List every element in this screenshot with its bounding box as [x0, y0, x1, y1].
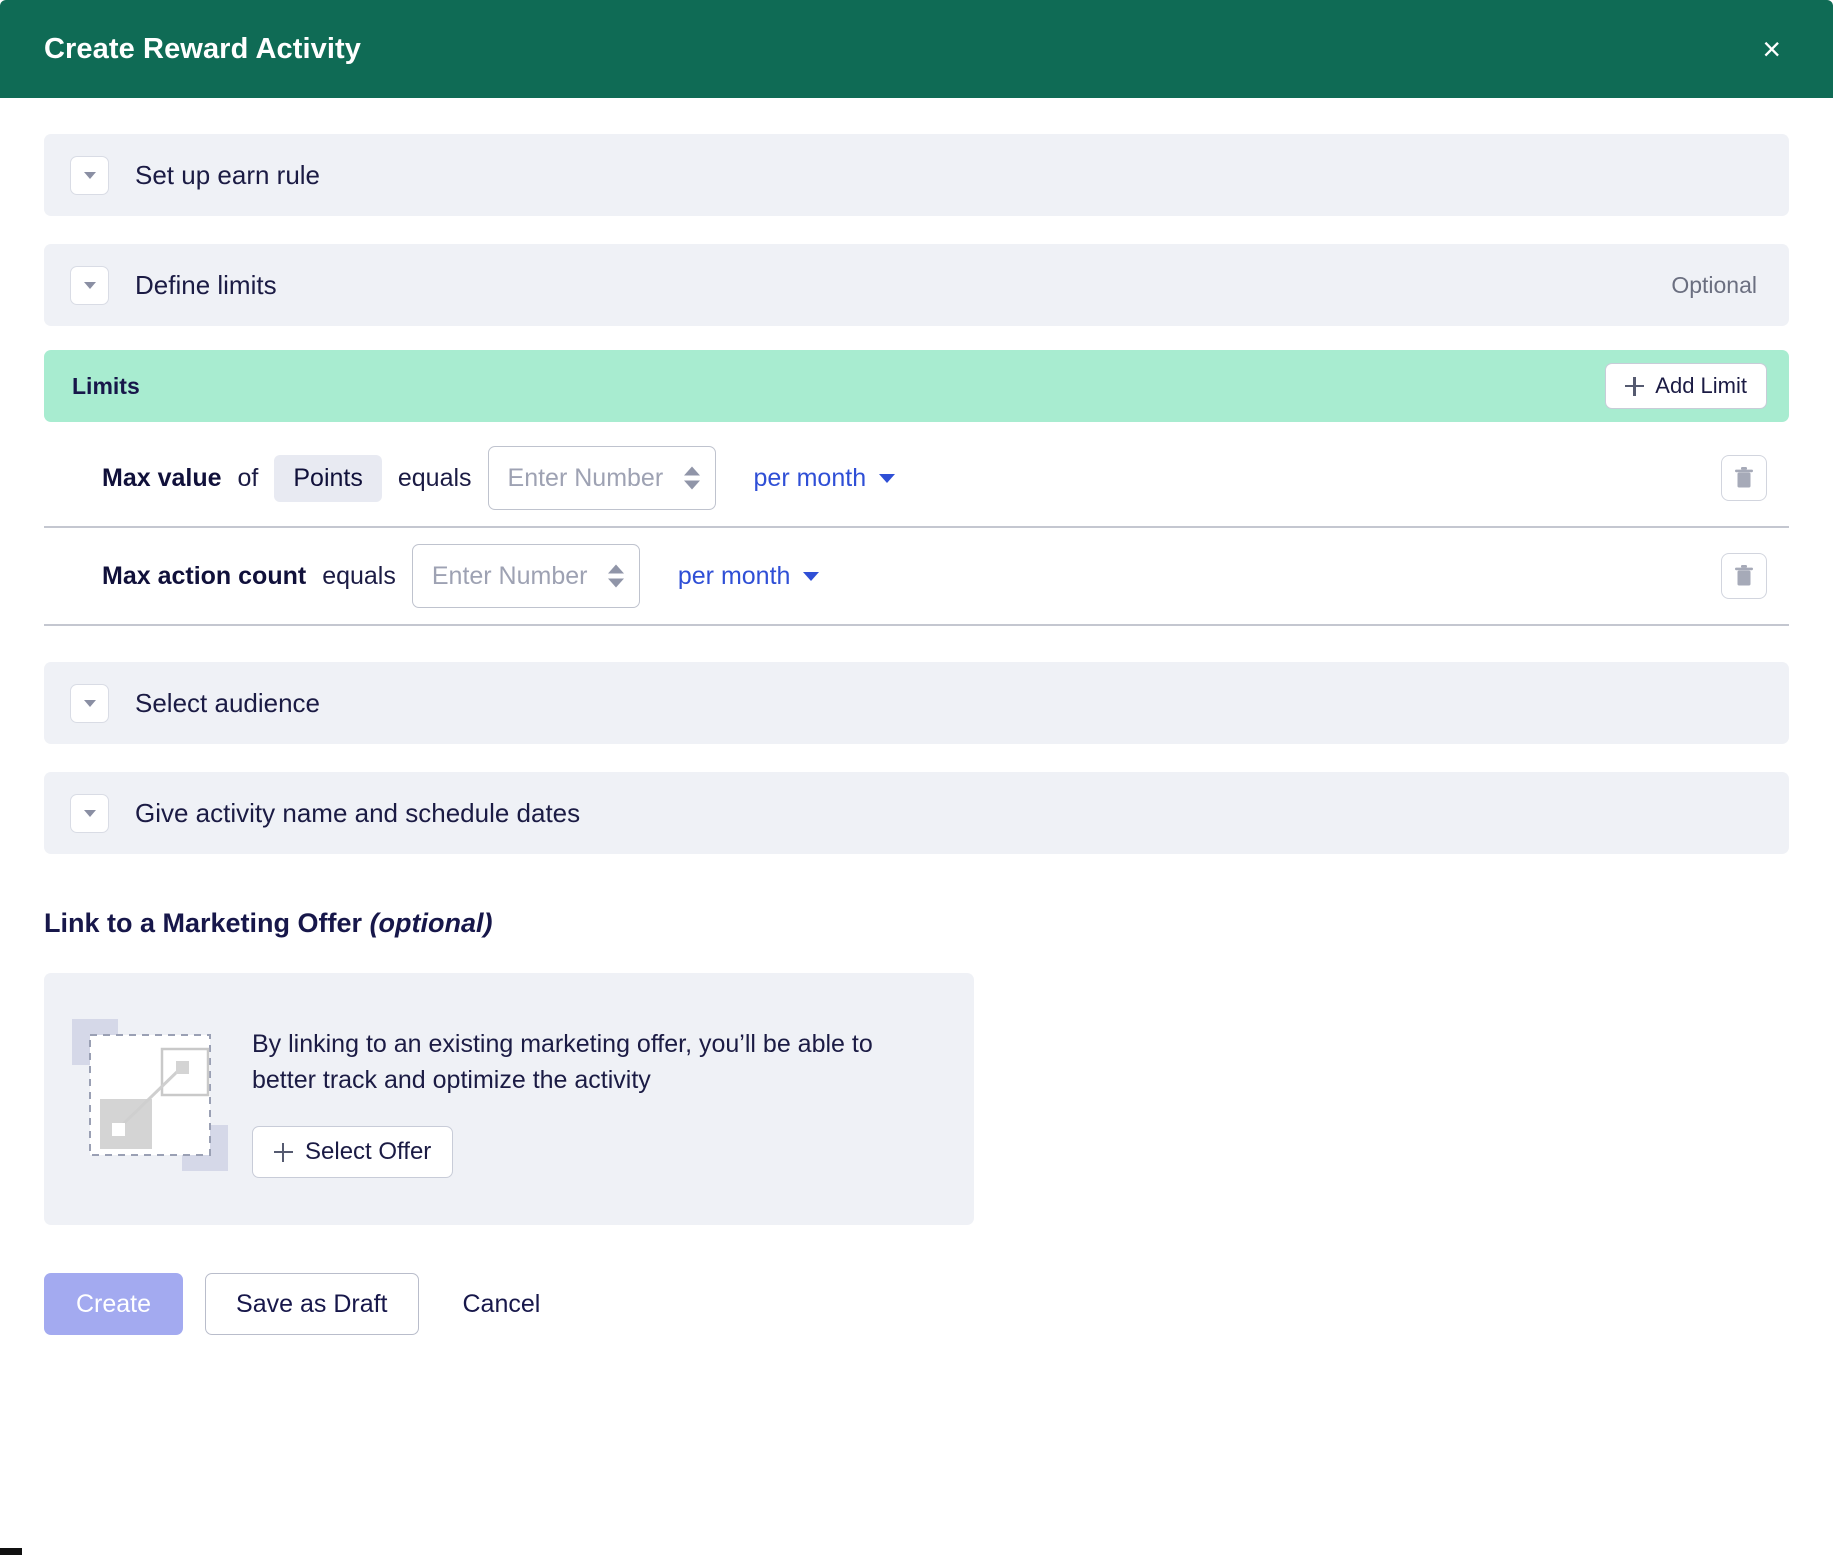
- add-limit-button[interactable]: Add Limit: [1605, 363, 1767, 409]
- trash-icon: [1733, 564, 1755, 588]
- number-stepper[interactable]: [608, 565, 624, 588]
- offer-description: By linking to an existing marketing offe…: [252, 1013, 938, 1098]
- select-offer-button[interactable]: Select Offer: [252, 1126, 453, 1178]
- limit-period-label: per month: [678, 562, 791, 591]
- accordion-label: Set up earn rule: [135, 160, 1757, 191]
- save-as-draft-button[interactable]: Save as Draft: [205, 1273, 418, 1335]
- accordion-define-limits[interactable]: Define limits Optional: [44, 244, 1789, 326]
- cancel-button[interactable]: Cancel: [441, 1290, 563, 1319]
- limit-value-input-wrapper: [488, 446, 716, 510]
- limit-operator: equals: [398, 464, 472, 493]
- limits-header-bar: Limits Add Limit: [44, 350, 1789, 422]
- modal-body: Set up earn rule Define limits Optional …: [0, 98, 1833, 1375]
- accordion-select-audience[interactable]: Select audience: [44, 662, 1789, 744]
- limit-type-label: Max action count: [102, 562, 306, 591]
- chevron-down-icon: [803, 572, 819, 581]
- accordion-label: Define limits: [135, 270, 1671, 301]
- chevron-down-icon: [879, 474, 895, 483]
- plus-icon: [1625, 377, 1644, 396]
- chevron-down-icon[interactable]: [70, 794, 109, 833]
- limit-operator: equals: [322, 562, 396, 591]
- limit-row: Max value of Points equals per month: [44, 430, 1789, 528]
- corner-mark: [0, 1548, 22, 1555]
- marketing-offer-card: By linking to an existing marketing offe…: [44, 973, 974, 1225]
- limit-value-input[interactable]: [506, 463, 669, 494]
- limit-row: Max action count equals per month: [44, 528, 1789, 626]
- trash-icon: [1733, 466, 1755, 490]
- marketing-offer-heading-main: Link to a Marketing Offer: [44, 908, 362, 938]
- create-reward-activity-modal: Create Reward Activity × Set up earn rul…: [0, 0, 1833, 1555]
- limit-rows: Max value of Points equals per month: [44, 430, 1789, 626]
- accordion-give-activity-name[interactable]: Give activity name and schedule dates: [44, 772, 1789, 854]
- delete-limit-button[interactable]: [1721, 553, 1767, 599]
- accordion-label: Select audience: [135, 688, 1757, 719]
- limit-connector: of: [238, 464, 259, 493]
- create-button[interactable]: Create: [44, 1273, 183, 1335]
- offer-card-content: By linking to an existing marketing offe…: [252, 1013, 938, 1178]
- link-offer-illustration-icon: [70, 1013, 230, 1181]
- limit-period-label: per month: [754, 464, 867, 493]
- limits-title: Limits: [72, 373, 140, 400]
- add-limit-label: Add Limit: [1655, 373, 1747, 399]
- limit-type-label: Max value: [102, 464, 222, 493]
- limit-value-input-wrapper: [412, 544, 640, 608]
- limit-unit-pill[interactable]: Points: [274, 455, 381, 502]
- optional-badge: Optional: [1671, 272, 1757, 299]
- accordion-set-up-earn-rule[interactable]: Set up earn rule: [44, 134, 1789, 216]
- limit-period-select[interactable]: per month: [678, 562, 820, 591]
- marketing-offer-heading: Link to a Marketing Offer (optional): [44, 908, 1789, 939]
- plus-icon: [274, 1143, 293, 1162]
- number-stepper[interactable]: [684, 467, 700, 490]
- limit-value-input[interactable]: [430, 561, 593, 592]
- accordion-label: Give activity name and schedule dates: [135, 798, 1757, 829]
- page-title: Create Reward Activity: [44, 33, 361, 66]
- chevron-down-icon[interactable]: [70, 266, 109, 305]
- delete-limit-button[interactable]: [1721, 455, 1767, 501]
- modal-footer: Create Save as Draft Cancel: [44, 1273, 1789, 1375]
- modal-header: Create Reward Activity ×: [0, 0, 1833, 98]
- chevron-down-icon[interactable]: [70, 684, 109, 723]
- marketing-offer-heading-optional: (optional): [370, 908, 493, 938]
- select-offer-label: Select Offer: [305, 1138, 431, 1166]
- close-icon[interactable]: ×: [1754, 29, 1789, 69]
- limit-period-select[interactable]: per month: [754, 464, 896, 493]
- chevron-down-icon[interactable]: [70, 156, 109, 195]
